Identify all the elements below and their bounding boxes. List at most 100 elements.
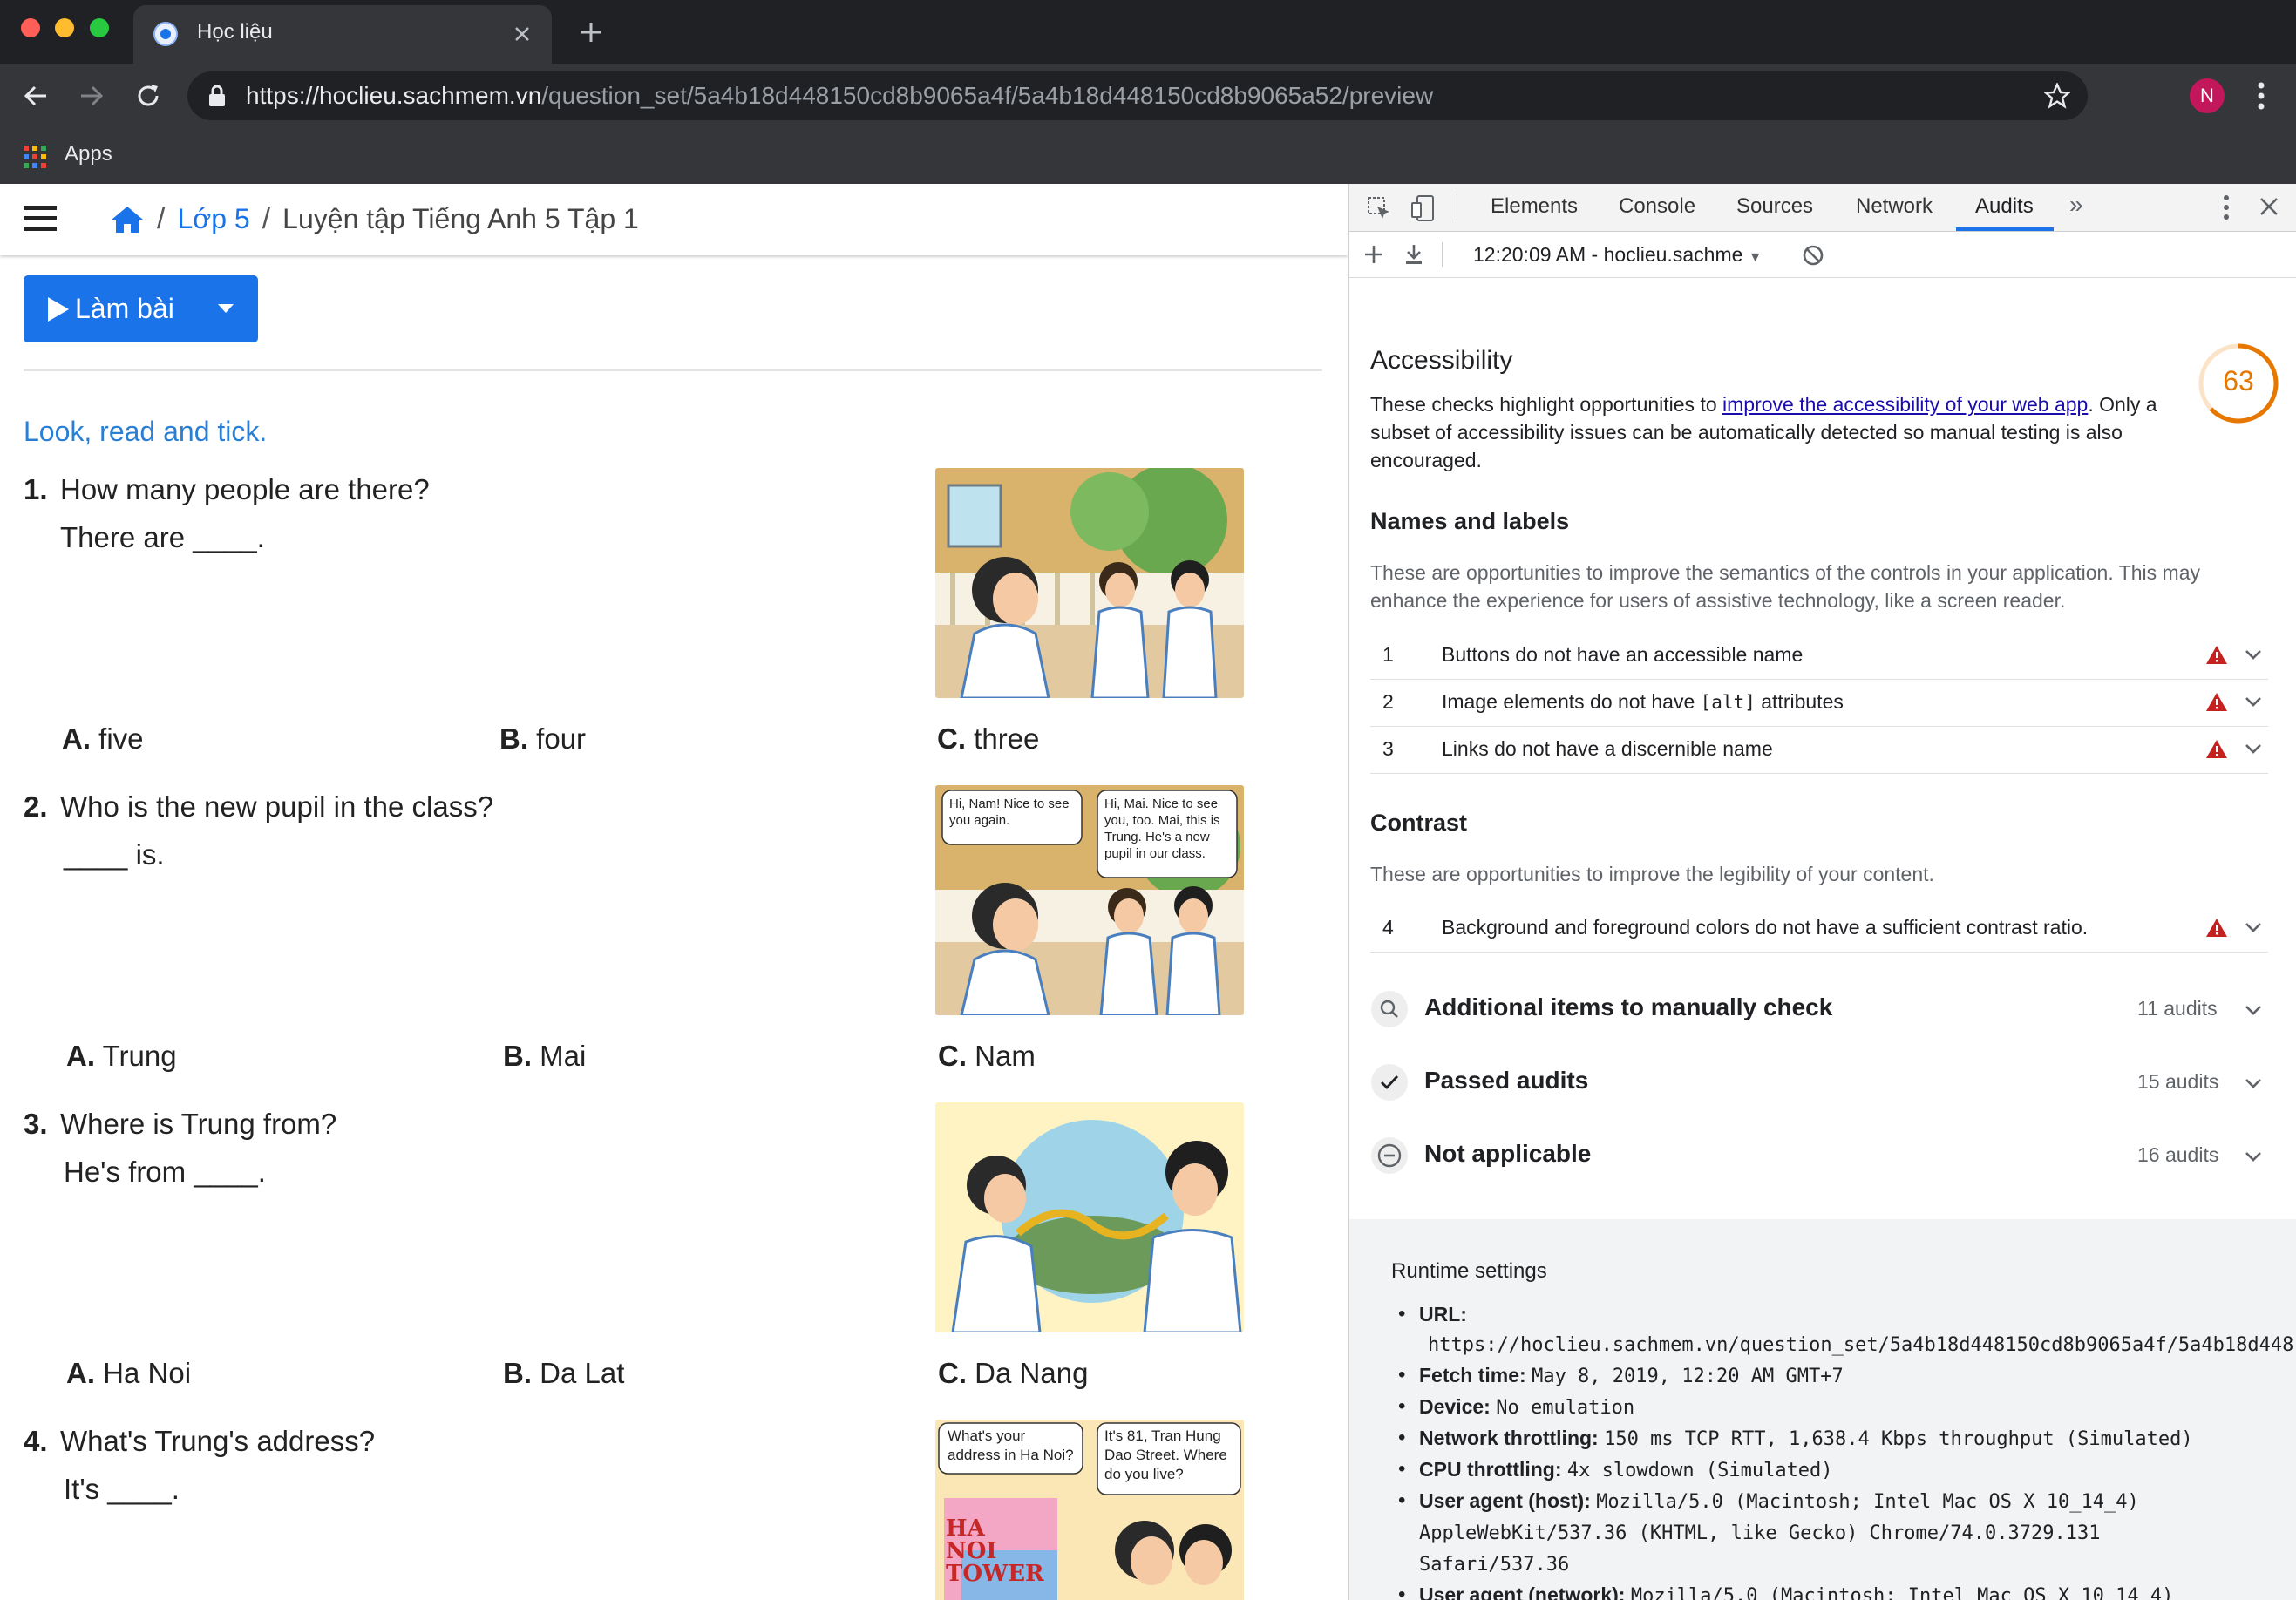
option-letter: A. bbox=[62, 722, 91, 755]
option-text: Trung bbox=[102, 1040, 177, 1072]
download-report-icon[interactable] bbox=[1403, 243, 1424, 266]
home-icon[interactable] bbox=[110, 205, 145, 234]
page-header: / Lớp 5 / Luyện tập Tiếng Anh 5 Tập 1 bbox=[0, 184, 1348, 255]
device-toolbar-icon[interactable] bbox=[1410, 194, 1435, 222]
option-letter: A. bbox=[66, 1357, 95, 1389]
question-3-image bbox=[935, 1102, 1244, 1332]
reload-icon[interactable] bbox=[134, 82, 162, 110]
runtime-value: 150 ms TCP RTT, 1,638.4 Kbps throughput … bbox=[1604, 1428, 2193, 1450]
active-tab-indicator bbox=[1956, 227, 2054, 231]
site-favicon-icon bbox=[153, 21, 179, 47]
chevron-down-icon[interactable] bbox=[2245, 1078, 2262, 1088]
question-text: Who is the new pupil in the class? bbox=[59, 790, 494, 823]
devtools-tabbar: Elements Console Sources Network Audits … bbox=[1349, 184, 2296, 232]
chevron-down-icon[interactable] bbox=[2245, 922, 2262, 932]
option-a[interactable]: A. five bbox=[62, 722, 144, 756]
apps-bookmark[interactable]: Apps bbox=[65, 142, 112, 166]
speech-bubble-right: Hi, Mai. Nice to see you, too. Mai, this… bbox=[1104, 797, 1220, 861]
url-host: https://hoclieu.sachmem.vn bbox=[246, 82, 542, 109]
chevron-down-icon[interactable] bbox=[2245, 1151, 2262, 1162]
more-tabs-icon[interactable]: » bbox=[2069, 191, 2083, 219]
answer-prompt: He's from ____. bbox=[64, 1156, 266, 1188]
group-description: These are opportunities to improve the l… bbox=[1370, 863, 1934, 885]
option-c[interactable]: C. Da Nang bbox=[938, 1357, 1088, 1390]
close-window-button[interactable] bbox=[21, 18, 40, 37]
browser-tab[interactable]: Học liệu bbox=[133, 5, 552, 64]
chevron-down-icon[interactable] bbox=[2245, 696, 2262, 707]
audit-item[interactable]: 4 Background and foreground colors do no… bbox=[1370, 905, 2268, 953]
chevron-down-icon[interactable] bbox=[2245, 649, 2262, 660]
close-devtools-icon[interactable] bbox=[2259, 197, 2279, 216]
browser-menu-icon[interactable] bbox=[2258, 81, 2265, 111]
close-tab-icon[interactable] bbox=[514, 26, 530, 42]
audit-item[interactable]: 1 Buttons do not have an accessible name bbox=[1370, 633, 2268, 680]
runtime-value: AppleWebKit/537.36 (KHTML, like Gecko) C… bbox=[1419, 1522, 2101, 1544]
group-not-applicable[interactable]: Not applicable 16 audits bbox=[1370, 1128, 2268, 1183]
question-1: 1. How many people are there? bbox=[24, 473, 430, 506]
question-text: Where is Trung from? bbox=[59, 1108, 337, 1140]
profile-avatar[interactable]: N bbox=[2190, 78, 2225, 113]
devtools-panel: Elements Console Sources Network Audits … bbox=[1348, 184, 2296, 1600]
audit-title: Background and foreground colors do not … bbox=[1442, 916, 2089, 939]
tab-console[interactable]: Console bbox=[1619, 194, 1695, 219]
runtime-value: Safari/537.36 bbox=[1419, 1554, 1570, 1576]
tab-network[interactable]: Network bbox=[1856, 194, 1933, 219]
category-desc-text: These checks highlight opportunities to bbox=[1370, 393, 1723, 416]
chevron-down-icon[interactable] bbox=[2245, 1005, 2262, 1015]
audit-title-text: attributes bbox=[1755, 690, 1844, 713]
breadcrumb-link-level[interactable]: Lớp 5 bbox=[177, 203, 249, 235]
maximize-window-button[interactable] bbox=[90, 18, 109, 37]
inspect-element-icon[interactable] bbox=[1367, 196, 1391, 220]
option-c[interactable]: C. three bbox=[937, 722, 1039, 756]
bookmark-star-icon[interactable] bbox=[2044, 83, 2070, 109]
category-description: These checks highlight opportunities to … bbox=[1370, 390, 2198, 474]
audit-title: Buttons do not have an accessible name bbox=[1442, 643, 1804, 666]
option-b[interactable]: B. Da Lat bbox=[503, 1357, 624, 1390]
forward-icon[interactable] bbox=[78, 83, 105, 109]
new-audit-icon[interactable] bbox=[1363, 244, 1384, 265]
option-a[interactable]: A. Ha Noi bbox=[66, 1357, 191, 1390]
report-selector[interactable]: 12:20:09 AM - hoclieu.sachme ▼ bbox=[1473, 243, 1763, 267]
start-button[interactable]: Làm bài bbox=[24, 275, 258, 342]
minimize-window-button[interactable] bbox=[55, 18, 74, 37]
runtime-label: Device: bbox=[1419, 1395, 1491, 1418]
runtime-label: CPU throttling: bbox=[1419, 1458, 1562, 1481]
lock-icon[interactable] bbox=[208, 85, 226, 107]
answer-prompt: It's ____. bbox=[64, 1473, 180, 1505]
warning-icon bbox=[2205, 918, 2228, 938]
caret-down-icon[interactable] bbox=[218, 304, 234, 313]
audit-item[interactable]: 3 Links do not have a discernible name bbox=[1370, 727, 2268, 774]
url-path: /question_set/5a4b18d448150cd8b9065a4f/5… bbox=[541, 82, 1434, 109]
runtime-item-device: Device: No emulation bbox=[1391, 1392, 2296, 1423]
option-b[interactable]: B. four bbox=[499, 722, 586, 756]
group-title-contrast: Contrast bbox=[1370, 810, 1468, 836]
clear-reports-icon[interactable] bbox=[1803, 245, 1824, 266]
new-tab-icon[interactable] bbox=[580, 21, 602, 44]
audit-title-text: Image elements do not have bbox=[1442, 690, 1701, 713]
runtime-label: User agent (network): bbox=[1419, 1583, 1626, 1600]
option-text: five bbox=[98, 722, 144, 755]
apps-grid-icon[interactable] bbox=[24, 146, 46, 168]
tab-audits[interactable]: Audits bbox=[1975, 194, 2034, 219]
option-b[interactable]: B. Mai bbox=[503, 1040, 586, 1073]
hamburger-menu-icon[interactable] bbox=[24, 206, 57, 232]
audit-item[interactable]: 2 Image elements do not have [alt] attri… bbox=[1370, 680, 2268, 727]
runtime-item-url: URL: https://hoclieu.sachmem.vn/question… bbox=[1391, 1299, 2296, 1360]
runtime-value: Mozilla/5.0 (Macintosh; Intel Mac OS X 1… bbox=[1630, 1585, 2174, 1600]
devtools-menu-icon[interactable] bbox=[2223, 194, 2230, 220]
answer-prompt: ____ is. bbox=[64, 838, 165, 871]
tab-strip: Học liệu bbox=[0, 0, 2296, 64]
group-manual-checks[interactable]: Additional items to manually check 11 au… bbox=[1370, 981, 2268, 1037]
tab-elements[interactable]: Elements bbox=[1491, 194, 1578, 219]
group-count: 15 audits bbox=[2137, 1070, 2219, 1093]
back-icon[interactable] bbox=[23, 83, 49, 109]
address-bar[interactable]: https://hoclieu.sachmem.vn/question_set/… bbox=[187, 71, 2088, 120]
accessibility-doc-link[interactable]: improve the accessibility of your web ap… bbox=[1722, 393, 2088, 416]
option-c[interactable]: C. Nam bbox=[938, 1040, 1036, 1073]
option-a[interactable]: A. Trung bbox=[66, 1040, 177, 1073]
tab-sources[interactable]: Sources bbox=[1736, 194, 1813, 219]
group-passed-audits[interactable]: Passed audits 15 audits bbox=[1370, 1054, 2268, 1110]
option-text: Da Nang bbox=[975, 1357, 1089, 1389]
question-3: 3. Where is Trung from? bbox=[24, 1108, 336, 1141]
chevron-down-icon[interactable] bbox=[2245, 743, 2262, 754]
